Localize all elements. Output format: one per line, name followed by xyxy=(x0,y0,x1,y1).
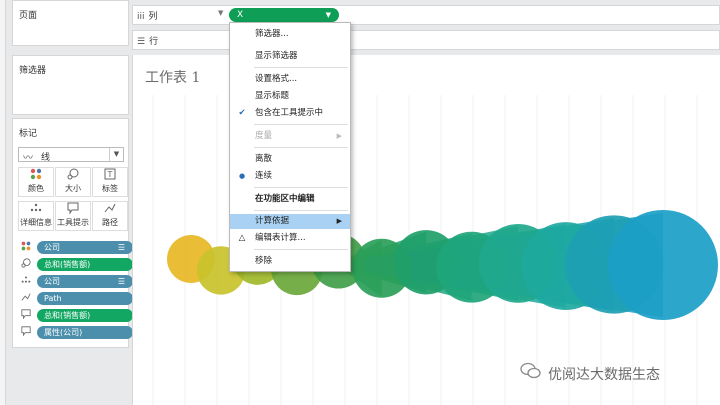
menu-item-include-in-tooltip[interactable]: ✔ 包含在工具提示中 xyxy=(230,106,350,121)
wechat-icon xyxy=(520,362,542,384)
line-mark-icon: 〰 xyxy=(23,153,33,164)
viz-canvas xyxy=(152,95,718,405)
sort-icon: ☰ xyxy=(117,243,125,252)
pill-label: 属性(公司) xyxy=(44,328,83,337)
pill-sales-tooltip[interactable]: 总和(销售额) xyxy=(37,309,133,322)
tooltip-button[interactable]: 工具提示 xyxy=(55,201,91,231)
x-field-pill[interactable]: X ▼ xyxy=(229,8,339,22)
detail-button[interactable]: 详细信息 xyxy=(18,201,54,231)
mark-type-dropdown[interactable]: 〰 线 ▼ xyxy=(18,147,124,164)
menu-separator xyxy=(254,67,348,68)
color-button-label: 颜色 xyxy=(28,184,44,193)
path-icon xyxy=(93,202,127,217)
size-button[interactable]: 大小 xyxy=(55,167,91,197)
pill-company-detail[interactable]: 公司 ☰ xyxy=(37,275,133,288)
marks-title: 标记 xyxy=(19,129,38,139)
menu-separator xyxy=(254,124,348,125)
mark-type-label: 线 xyxy=(41,153,51,163)
tooltip-icon xyxy=(56,202,90,217)
menu-item-discrete[interactable]: 离散 xyxy=(230,152,350,167)
chevron-down-icon: ▼ xyxy=(109,148,123,161)
menu-item-edit-in-shelf[interactable]: 在功能区中编辑 xyxy=(230,192,350,207)
pill-label: 总和(销售额) xyxy=(44,311,91,320)
menu-item-continuous[interactable]: ● 连续 xyxy=(230,169,350,184)
left-edge-strip xyxy=(0,0,6,405)
rows-shelf[interactable]: ☰ 行 xyxy=(132,30,720,50)
menu-item-show-filter[interactable]: 显示筛选器 xyxy=(230,49,350,64)
submenu-arrow-icon: ▶ xyxy=(336,217,342,225)
worksheet-view: 工作表 1 xyxy=(132,55,720,405)
rows-icon: ☰ xyxy=(137,37,146,47)
detail-button-label: 详细信息 xyxy=(20,218,52,227)
field-context-menu: 筛选器... 显示筛选器 设置格式... 显示标题 ✔ 包含在工具提示中 度量 ▶ … xyxy=(229,22,351,272)
size-icon xyxy=(56,168,90,183)
chevron-down-icon[interactable]: ▼ xyxy=(326,8,331,22)
label-icon: T xyxy=(93,168,127,183)
color-dots-icon xyxy=(19,241,33,254)
path-button-label: 路径 xyxy=(102,218,118,227)
menu-separator xyxy=(254,249,348,250)
menu-separator xyxy=(254,210,348,211)
detail-icon xyxy=(19,275,33,288)
delta-icon: △ xyxy=(238,233,246,243)
menu-item-format[interactable]: 设置格式... xyxy=(230,72,350,87)
tooltip-button-label: 工具提示 xyxy=(57,218,89,227)
size-button-label: 大小 xyxy=(65,184,81,193)
columns-label-text: 列 xyxy=(148,12,158,22)
menu-item-compute-using[interactable]: 计算依据 ▶ xyxy=(230,214,350,229)
pill-label: Path xyxy=(44,294,62,303)
pill-path[interactable]: Path xyxy=(37,292,133,305)
columns-shelf[interactable]: iii 列 ▼ X ▼ xyxy=(132,5,720,25)
size-icon xyxy=(19,258,33,271)
menu-item-show-header[interactable]: 显示标题 xyxy=(230,89,350,104)
pill-sales-size[interactable]: 总和(销售额) xyxy=(37,258,133,271)
color-button[interactable]: 颜色 xyxy=(18,167,54,197)
path-icon xyxy=(19,292,33,305)
filters-card[interactable]: 筛选器 xyxy=(12,55,129,115)
checkmark-icon: ✔ xyxy=(238,108,246,118)
tooltip-icon xyxy=(19,326,33,339)
label-button-label: 标签 xyxy=(102,184,118,193)
rows-label-text: 行 xyxy=(149,37,159,47)
pages-title: 页面 xyxy=(19,11,38,21)
pill-label: 总和(销售额) xyxy=(44,260,91,269)
pages-card: 页面 xyxy=(12,0,129,46)
filters-title: 筛选器 xyxy=(19,66,47,76)
path-button[interactable]: 路径 xyxy=(92,201,128,231)
columns-shelf-label: iii 列 xyxy=(137,9,158,22)
pill-company-attribute[interactable]: 属性(公司) xyxy=(37,326,133,339)
radio-dot-icon: ● xyxy=(238,172,246,180)
svg-text:T: T xyxy=(107,170,113,179)
pill-company-color[interactable]: 公司 ☰ xyxy=(37,241,133,254)
menu-item-edit-table-calc[interactable]: △ 编辑表计算... xyxy=(230,231,350,246)
menu-item-measure: 度量 ▶ xyxy=(230,129,350,144)
sort-icon: ☰ xyxy=(117,277,125,286)
label-button[interactable]: T 标签 xyxy=(92,167,128,197)
menu-item-remove[interactable]: 移除 xyxy=(230,254,350,269)
x-pill-label: X xyxy=(237,10,244,20)
menu-item-filter[interactable]: 筛选器... xyxy=(230,27,350,42)
rows-shelf-label: ☰ 行 xyxy=(137,34,158,47)
pill-label: 公司 xyxy=(44,243,60,252)
chevron-down-icon: ▼ xyxy=(218,9,224,17)
watermark-text: 优阅达大数据生态 xyxy=(548,367,660,383)
menu-separator xyxy=(254,147,348,148)
tooltip-icon xyxy=(19,309,33,322)
bubble-mark[interactable] xyxy=(608,210,718,320)
marks-card: 标记 〰 线 ▼ 颜色 大小 T 标签 详细信息 工具提示 路径 公司 ☰ 总和… xyxy=(12,118,133,348)
columns-icon: iii xyxy=(137,12,145,22)
submenu-arrow-icon: ▶ xyxy=(336,132,342,140)
color-dots-icon xyxy=(19,168,53,183)
pill-label: 公司 xyxy=(44,277,60,286)
detail-icon xyxy=(19,202,53,217)
menu-separator xyxy=(254,187,348,188)
